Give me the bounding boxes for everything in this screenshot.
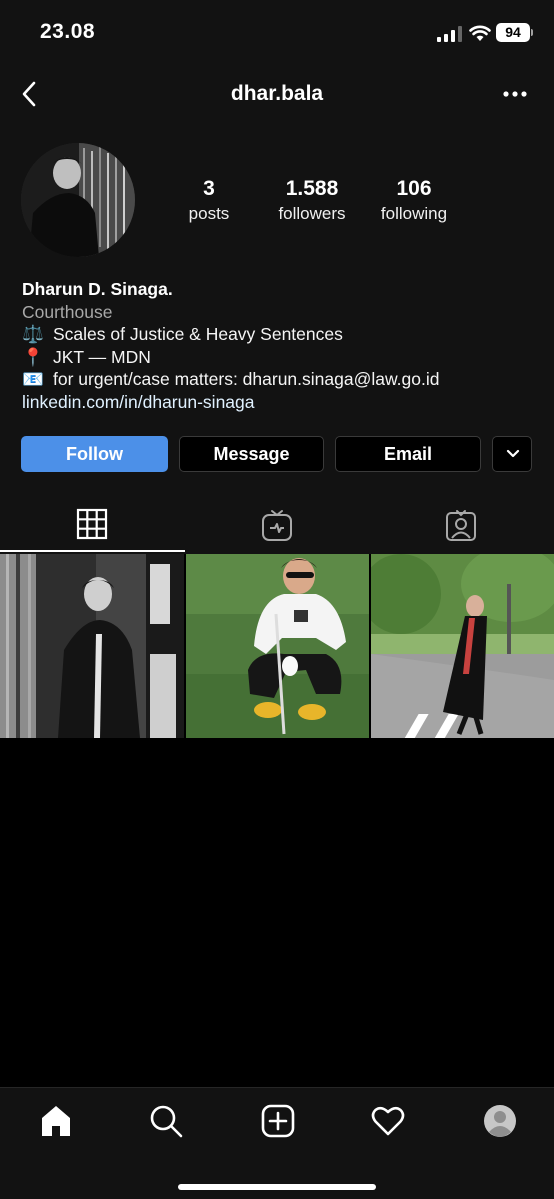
grid-post-2[interactable] <box>186 554 369 738</box>
profile-icon <box>484 1105 516 1137</box>
tab-igtv[interactable] <box>185 500 369 552</box>
home-icon <box>42 1106 70 1136</box>
posts-number: 3 <box>203 177 215 200</box>
post-image <box>371 554 554 738</box>
post-image <box>0 554 184 738</box>
followers-number: 1.588 <box>285 177 339 200</box>
pin-icon: 📍 <box>22 346 44 367</box>
bottom-nav <box>0 1087 554 1199</box>
avatar[interactable] <box>21 143 135 257</box>
bio-text: JKT — MDN <box>53 346 151 367</box>
grid-icon <box>76 508 108 540</box>
profile-category: Courthouse <box>22 301 113 322</box>
heart-icon <box>371 1106 405 1136</box>
profile-name: Dharun D. Sinaga. <box>22 279 173 299</box>
status-bar: 23.08 94 <box>0 0 554 64</box>
avatar-photo <box>21 143 135 257</box>
grid-post-1[interactable] <box>0 554 184 738</box>
followers-count[interactable]: 1.588 followers <box>266 176 358 226</box>
add-icon <box>261 1104 295 1138</box>
tagged-icon <box>446 510 476 541</box>
nav-home[interactable] <box>39 1104 73 1138</box>
following-label: following <box>380 204 448 223</box>
signal-icon <box>437 26 462 42</box>
follow-button[interactable]: Follow <box>21 436 168 472</box>
ellipsis-icon[interactable] <box>500 84 530 104</box>
nav-search[interactable] <box>149 1104 183 1138</box>
battery-tip <box>531 29 533 36</box>
status-time: 23.08 <box>40 20 96 43</box>
email-icon: 📧 <box>22 369 44 389</box>
home-indicator <box>178 1184 376 1190</box>
nav-profile[interactable] <box>483 1104 517 1138</box>
suggestions-button[interactable] <box>492 436 532 472</box>
profile-bio: Dharun D. Sinaga. Courthouse ⚖️ Scales of… <box>22 278 542 413</box>
posts-label: posts <box>188 204 230 223</box>
following-number: 106 <box>396 177 432 200</box>
search-icon <box>150 1105 183 1138</box>
bio-text: Scales of Justice & Heavy Sentences <box>53 324 343 344</box>
followers-label: followers <box>278 204 346 223</box>
grid-post-3[interactable] <box>371 554 554 738</box>
bio-line: 📍 JKT — MDN <box>22 346 542 369</box>
battery-icon: 94 <box>496 23 530 42</box>
tab-tagged[interactable] <box>369 500 554 552</box>
wifi-icon <box>469 25 491 41</box>
bio-text: for urgent/case matters: dharun.sinaga@l… <box>53 369 440 389</box>
scales-icon: ⚖️ <box>22 324 44 344</box>
bio-line: 📧 for urgent/case matters: dharun.sinaga@… <box>22 368 542 391</box>
nav-activity[interactable] <box>371 1104 405 1138</box>
message-button[interactable]: Message <box>179 436 324 472</box>
post-image <box>186 554 369 738</box>
tab-grid[interactable] <box>0 500 185 552</box>
chevron-down-icon <box>506 449 520 458</box>
igtv-icon <box>262 510 292 541</box>
profile-username: dhar.bala <box>230 82 324 105</box>
email-button[interactable]: Email <box>335 436 481 472</box>
posts-count[interactable]: 3 posts <box>176 176 242 226</box>
profile-link[interactable]: linkedin.com/in/dharun-sinaga <box>22 391 542 414</box>
bio-line: ⚖️ Scales of Justice & Heavy Sentences <box>22 323 542 346</box>
following-count[interactable]: 106 following <box>370 176 458 226</box>
nav-add[interactable] <box>261 1104 295 1138</box>
